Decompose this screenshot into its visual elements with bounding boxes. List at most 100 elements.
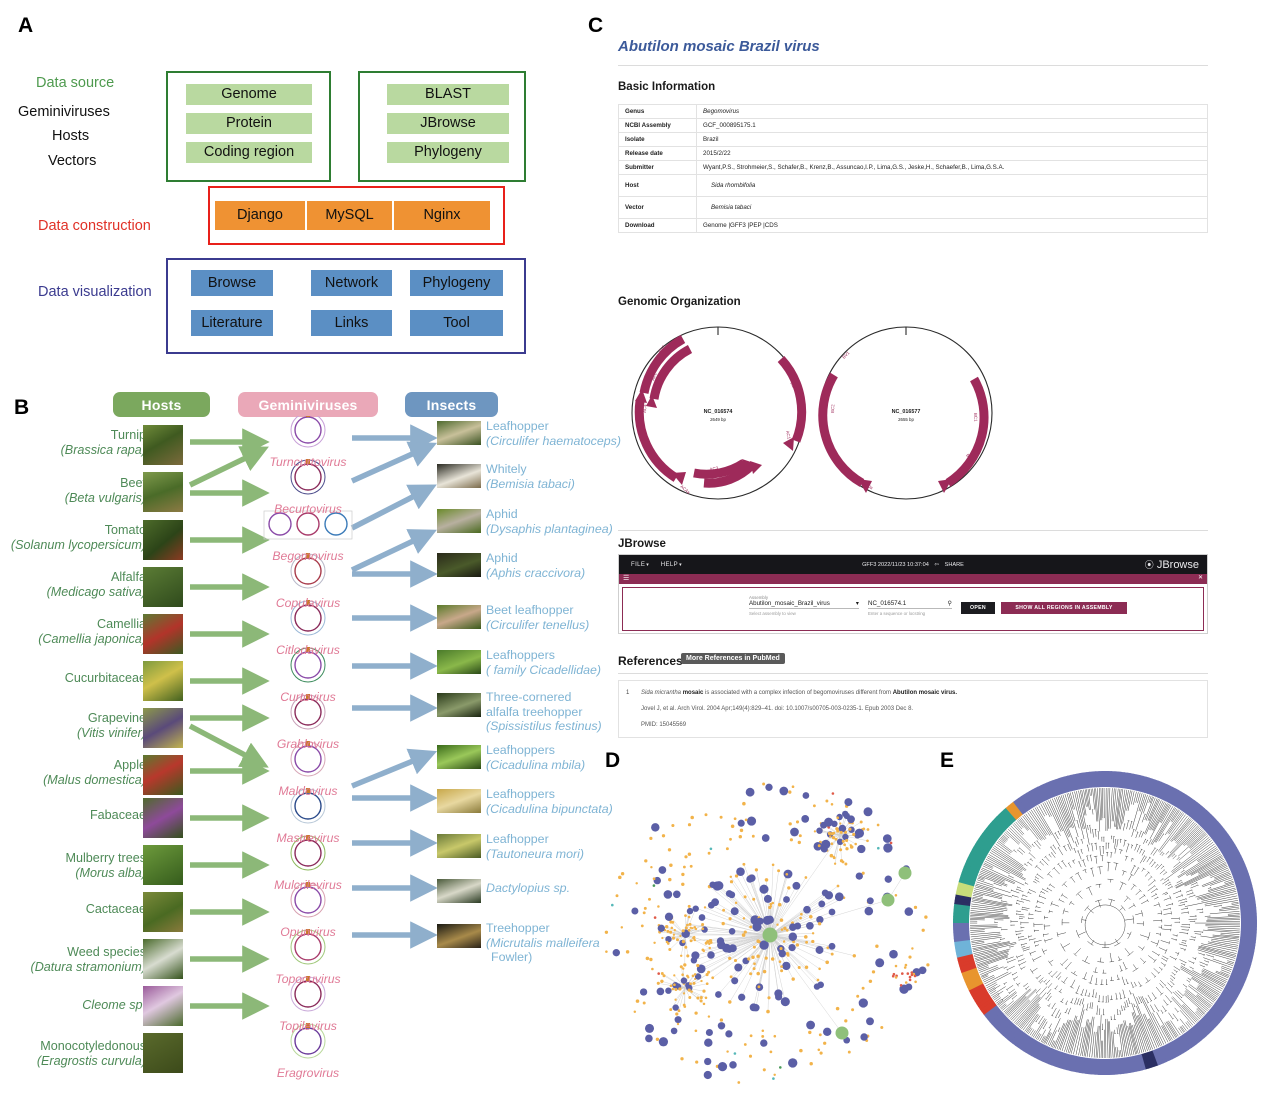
host-thumbnail (143, 520, 183, 560)
chip-jbrowse[interactable]: JBrowse (387, 113, 509, 134)
more-references-button[interactable]: More References in PubMed (681, 653, 785, 664)
insect-thumbnail (437, 745, 481, 769)
open-button[interactable]: OPEN (961, 602, 995, 614)
virus-name: Curtovirus (280, 690, 336, 704)
share-icon[interactable]: ⇦ (934, 562, 939, 568)
insect-label: Leafhopper (Tautoneura mori) (486, 832, 585, 861)
chip-blast[interactable]: BLAST (387, 84, 509, 105)
chip-django[interactable]: Django (215, 201, 305, 230)
chip-network[interactable]: Network (311, 270, 392, 296)
reference-number: 1 (626, 690, 630, 696)
row-value-link[interactable]: Genome |GFF3 |PEP |CDS (696, 218, 1208, 233)
label-hosts: Hosts (52, 128, 90, 144)
reference-citation: Jovel J, et al. Arch Virol. 2004 Apr;149… (641, 706, 914, 712)
chip-protein[interactable]: Protein (186, 113, 312, 134)
host-label: Cleome sp. (82, 998, 146, 1012)
row-key: Genus (618, 104, 697, 119)
host-thumbnail (143, 567, 183, 607)
host-label: Turnip (Brassica rapa) (60, 428, 146, 457)
chip-coding-region[interactable]: Coding region (186, 142, 312, 163)
virus-name: Begomovirus (272, 549, 344, 563)
svg-text:BV1: BV1 (841, 350, 851, 360)
chevron-down-icon: ▾ (855, 600, 859, 607)
label-data-visualization: Data visualization (38, 284, 152, 300)
locus-help: Enter a sequence or locstring (868, 611, 926, 616)
host-thumbnail (143, 425, 183, 465)
row-value-link[interactable]: GCF_000895175.1 (696, 118, 1208, 133)
chip-phylogeny-viz[interactable]: Phylogeny (410, 270, 503, 296)
row-value-link[interactable]: Bemisia tabaci (696, 196, 1208, 219)
insect-thumbnail (437, 789, 481, 813)
title-divider (618, 65, 1208, 66)
svg-text:BC1: BC1 (973, 413, 978, 422)
section-references: References (618, 654, 683, 668)
host-thumbnail (143, 798, 183, 838)
show-all-regions-button[interactable]: SHOW ALL REGIONS IN ASSEMBLY (1001, 602, 1127, 614)
reference-title-part2: mosaic (682, 690, 704, 696)
virus-name: Becurtovirus (274, 502, 342, 516)
virus-name: Grablovirus (276, 737, 340, 751)
panel-a-letter: A (18, 14, 34, 37)
jbrowse-viewer[interactable]: FILE ▾ HELP ▾ GFF3 2022/11/23 10:37:04 ⇦… (618, 554, 1208, 634)
network-graph[interactable] (600, 745, 940, 1091)
host-thumbnail (143, 986, 183, 1026)
circle-accession-right: NC_016577 (892, 409, 921, 415)
virus-name: Mastrevirus (276, 831, 340, 845)
reference-pmid: PMID: 15045569 (641, 722, 687, 728)
panel-e-letter: E (940, 749, 955, 772)
row-key: Isolate (618, 132, 697, 147)
row-key: Download (618, 218, 697, 233)
row-key: Release date (618, 146, 697, 161)
host-label: Cucurbitaceae (64, 671, 146, 685)
table-row: Isolate Brazil (618, 132, 1208, 147)
virus-genome-rings (263, 416, 353, 1059)
circle-accession-left: NC_016574 (704, 409, 733, 415)
references-divider (618, 673, 1208, 674)
insect-thumbnail (437, 924, 481, 948)
assembly-select[interactable]: Assembly Abutilon_mosaic_Brazil_virus ▾ … (749, 595, 859, 616)
panel-a-architecture: A Data source Geminiviruses Hosts Vector… (0, 0, 560, 360)
chip-literature[interactable]: Literature (191, 310, 273, 336)
genomic-divider (618, 530, 1208, 531)
row-value: Begomovirus (696, 104, 1208, 119)
hamburger-icon[interactable]: ☰ (623, 574, 629, 582)
jbrowse-mark-icon: ⦿ (1144, 560, 1154, 570)
reference-title-part4: Abutilon mosaic virus. (892, 690, 958, 696)
insect-thumbnail (437, 605, 481, 629)
jbrowse-logo: ⦿ JBrowse (1145, 558, 1199, 571)
chip-browse[interactable]: Browse (191, 270, 273, 296)
reference-title[interactable]: Sida micrantha mosaic is associated with… (641, 690, 957, 696)
virus-name: Opunvirus (280, 925, 336, 939)
reference-title-part3: is associated with a complex infection o… (703, 690, 893, 696)
close-icon[interactable]: ✕ (1198, 574, 1203, 581)
host-thumbnail (143, 892, 183, 932)
host-label: Weed species (Datura stramonium) (30, 945, 146, 974)
chip-phylogeny[interactable]: Phylogeny (387, 142, 509, 163)
chip-nginx[interactable]: Nginx (394, 201, 490, 230)
table-row: Submitter Wyant,P.S., Strohmeier,S., Sch… (618, 160, 1208, 175)
panel-e-phylogeny: E (935, 745, 1269, 1091)
svg-text:BC2: BC2 (830, 404, 835, 413)
circular-phylogenetic-tree[interactable] (935, 745, 1269, 1091)
chip-links[interactable]: Links (311, 310, 392, 336)
genomic-organization-diagram: AV2 AV1 AC4 AC5 AC1 AC3 AC2 AC4a BV1 BC2… (631, 326, 993, 500)
chip-tool[interactable]: Tool (410, 310, 503, 336)
row-value-link[interactable]: Sida rhombifolia (696, 174, 1208, 197)
virus-name: Copulavirus (275, 596, 341, 610)
host-thumbnail (143, 845, 183, 885)
jbrowse-status: GFF3 2022/11/23 10:37:04 ⇦ SHARE (619, 562, 1207, 568)
insect-label: Aphid (Dysaphis plantaginea) (486, 507, 613, 536)
locus-input[interactable]: NC_016574.1 ⚲ Enter a sequence or locstr… (868, 595, 952, 616)
jbrowse-share-label[interactable]: SHARE (945, 562, 964, 568)
host-label: Tomato (Solanum lycopersicum) (10, 523, 146, 552)
section-genomic-organization: Genomic Organization (618, 296, 741, 308)
virus-name: Maldovirus (278, 784, 338, 798)
host-label: Monocotyledonous (Eragrostis curvula) (36, 1039, 146, 1068)
table-row: NCBI Assembly GCF_000895175.1 (618, 118, 1208, 133)
chip-genome[interactable]: Genome (186, 84, 312, 105)
chip-mysql[interactable]: MySQL (307, 201, 392, 230)
host-label: Cactaceae (85, 902, 146, 916)
insect-thumbnail (437, 879, 481, 903)
svg-text:AC4: AC4 (642, 404, 647, 413)
search-icon[interactable]: ⚲ (947, 600, 952, 607)
